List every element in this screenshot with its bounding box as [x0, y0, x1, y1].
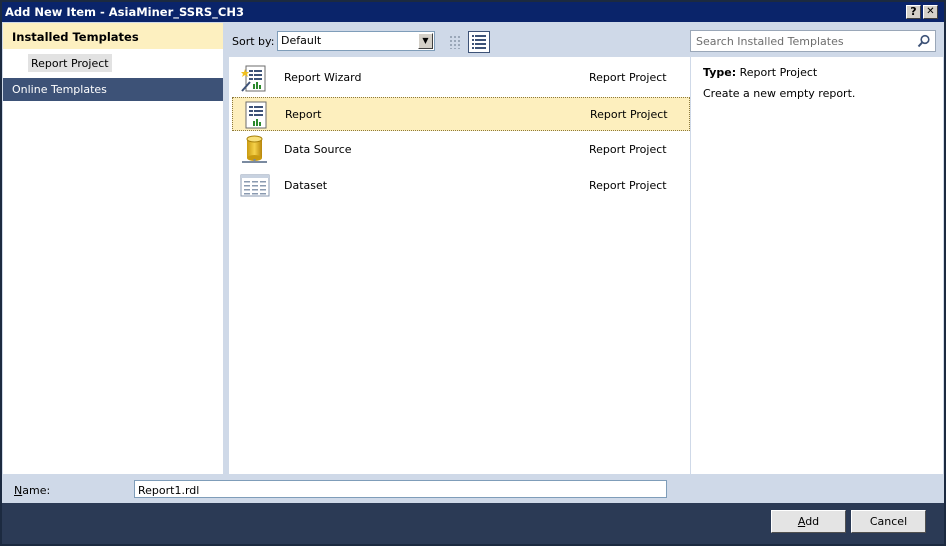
details-view-button[interactable] [468, 31, 490, 53]
template-type: Type: Report Project [703, 66, 817, 79]
template-category: Report Project [590, 108, 668, 121]
sort-by-value: Default [281, 34, 322, 47]
dataset-icon [240, 174, 270, 197]
templates-list: Report Wizard Report Project Report Repo… [229, 57, 690, 474]
template-category: Report Project [589, 71, 667, 84]
name-label: Name: [14, 484, 51, 497]
template-details-panel: Type: Report Project Create a new empty … [691, 57, 943, 474]
template-category: Report Project [589, 179, 667, 192]
search-placeholder: Search Installed Templates [696, 35, 844, 48]
template-name: Dataset [284, 179, 328, 192]
template-name: Data Source [284, 143, 352, 156]
sort-by-dropdown[interactable]: Default ▼ [277, 31, 435, 51]
type-value: Report Project [739, 66, 818, 79]
add-new-item-dialog: Add New Item - AsiaMiner_SSRS_CH3 ? ✕ In… [0, 0, 946, 546]
name-input[interactable] [134, 480, 667, 498]
name-row: Name: [2, 475, 944, 503]
online-templates-item[interactable]: Online Templates [3, 78, 223, 101]
template-category: Report Project [589, 143, 667, 156]
small-icons-view-icon [450, 36, 460, 49]
small-icons-view-button[interactable] [445, 31, 467, 53]
type-label: Type: [703, 66, 737, 79]
dialog-body: Installed Templates Report Project Onlin… [2, 22, 944, 475]
window-title: Add New Item - AsiaMiner_SSRS_CH3 [5, 5, 245, 19]
template-name: Report [285, 108, 322, 121]
report-icon [245, 101, 267, 129]
template-item-report[interactable]: Report Report Project [232, 97, 690, 131]
category-report-project[interactable]: Report Project [28, 54, 112, 72]
sort-by-label: Sort by: [232, 35, 275, 48]
close-button[interactable]: ✕ [923, 5, 938, 19]
search-icon[interactable] [917, 34, 931, 48]
add-button[interactable]: Add [771, 510, 846, 533]
details-view-icon [472, 35, 486, 49]
title-bar: Add New Item - AsiaMiner_SSRS_CH3 ? ✕ [2, 2, 944, 22]
name-label-rest: ame: [22, 484, 51, 497]
dialog-footer: Add Cancel [2, 503, 944, 544]
template-item-dataset[interactable]: Dataset Report Project [232, 169, 690, 203]
template-description: Create a new empty report. [703, 87, 856, 100]
template-name: Report Wizard [284, 71, 362, 84]
template-item-data-source[interactable]: Data Source Report Project [232, 133, 690, 167]
search-installed-templates-input[interactable]: Search Installed Templates [690, 30, 936, 52]
help-button[interactable]: ? [906, 5, 921, 19]
chevron-down-icon[interactable]: ▼ [418, 33, 433, 49]
data-source-icon [242, 135, 267, 163]
template-categories-panel: Installed Templates Report Project Onlin… [3, 23, 223, 474]
report-wizard-icon [241, 65, 266, 92]
template-item-report-wizard[interactable]: Report Wizard Report Project [232, 61, 690, 95]
cancel-button[interactable]: Cancel [851, 510, 926, 533]
installed-templates-header[interactable]: Installed Templates [3, 23, 223, 49]
